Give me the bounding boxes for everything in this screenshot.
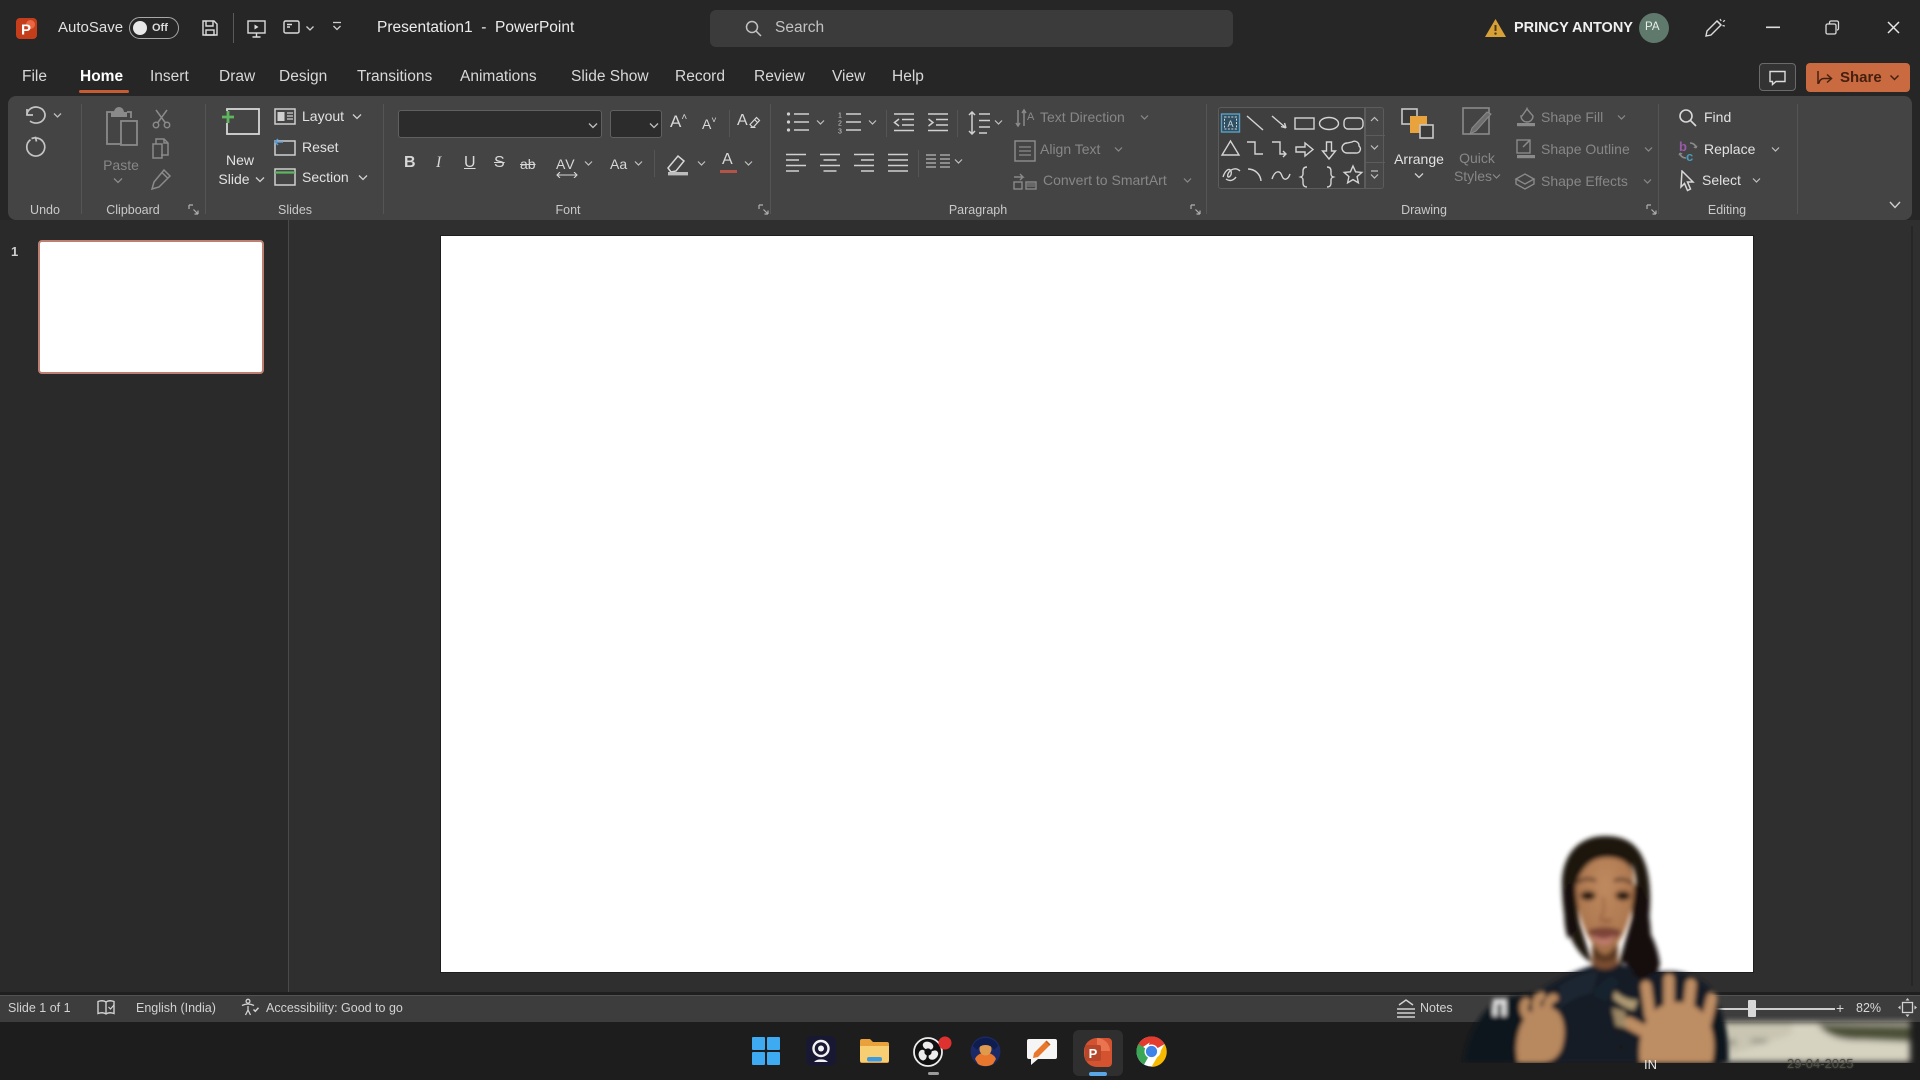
svg-text:A: A <box>1227 119 1233 129</box>
svg-text:1: 1 <box>838 113 842 120</box>
svg-text:P: P <box>21 22 31 39</box>
svg-text:A: A <box>1027 111 1035 123</box>
svg-text:2: 2 <box>838 121 842 128</box>
svg-text:c: c <box>1686 149 1693 163</box>
svg-text:3: 3 <box>838 129 842 135</box>
svg-text:P: P <box>1089 1046 1098 1061</box>
